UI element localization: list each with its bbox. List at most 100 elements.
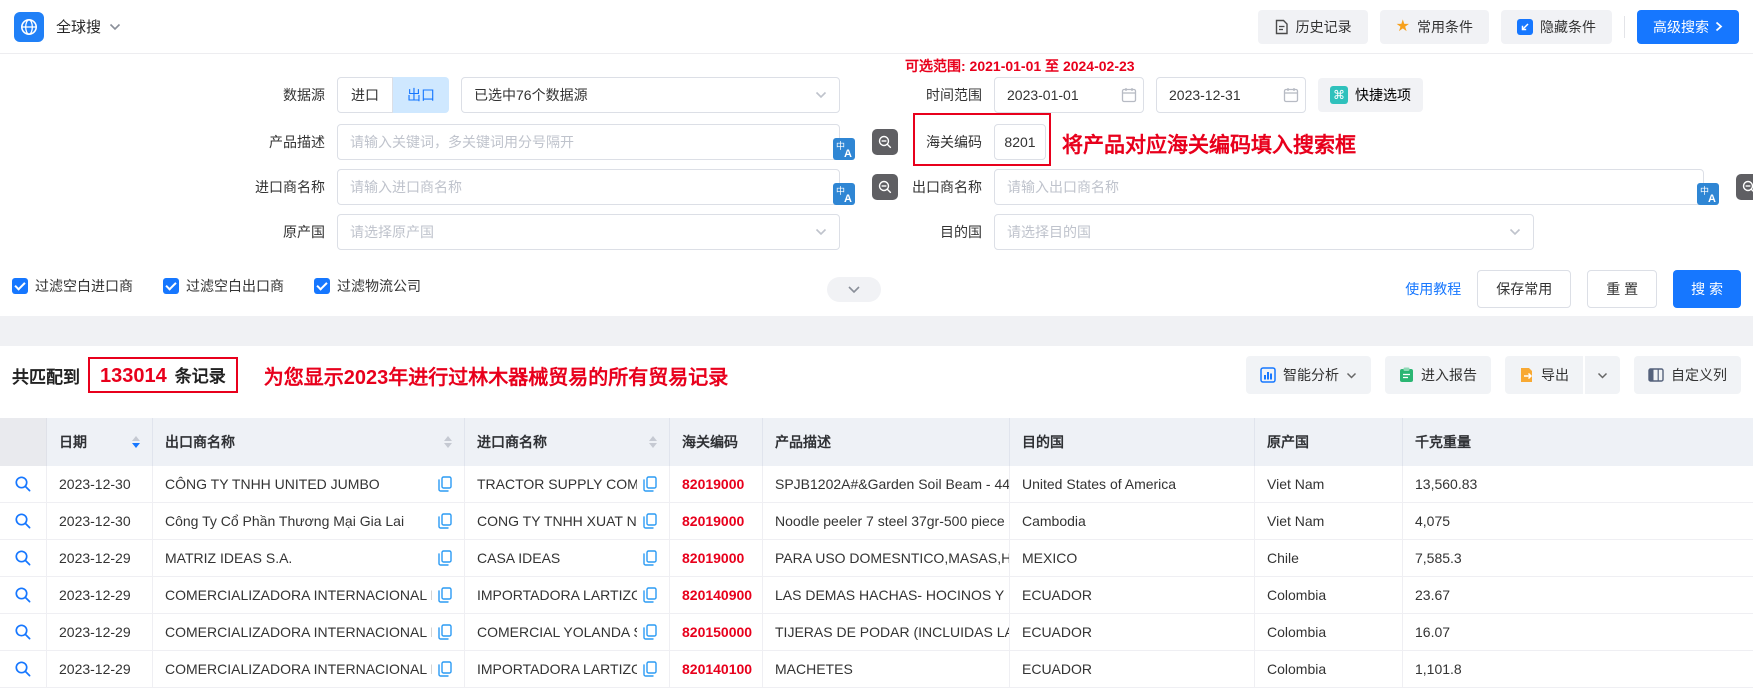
chevron-down-icon <box>1346 372 1357 379</box>
collapse-icon <box>1517 19 1533 35</box>
copy-icon[interactable] <box>643 550 657 566</box>
filter-blank-exporter-checkbox[interactable]: 过滤空白出口商 <box>163 276 284 296</box>
cell-date: 2023-12-30 <box>47 503 153 539</box>
collapse-form-toggle[interactable] <box>827 277 881 302</box>
table-header: 日期 出口商名称 进口商名称 海关编码 产品描述 目的国 原产国 千克重量 <box>0 418 1753 466</box>
copy-icon[interactable] <box>643 624 657 640</box>
hs-code-label: 海关编码 <box>700 132 982 152</box>
favorites-button[interactable]: ★ 常用条件 <box>1380 10 1489 44</box>
copy-icon[interactable] <box>438 661 452 677</box>
header-product: 产品描述 <box>763 418 1010 466</box>
cell-weight: 16.07 <box>1403 614 1753 650</box>
copy-icon[interactable] <box>643 587 657 603</box>
header-hs-code: 海关编码 <box>670 418 763 466</box>
cell-exporter: MATRIZ IDEAS S.A. <box>153 540 465 576</box>
chevron-down-icon <box>1509 228 1521 236</box>
exporter-input[interactable] <box>994 169 1704 205</box>
copy-icon[interactable] <box>438 513 452 529</box>
match-prefix: 共匹配到 <box>12 363 80 388</box>
cell-hs-code[interactable]: 820150000 <box>670 614 763 650</box>
command-icon: ⌘ <box>1330 86 1348 104</box>
sort-icon[interactable] <box>649 436 657 448</box>
copy-icon[interactable] <box>438 476 452 492</box>
globe-icon <box>19 17 39 37</box>
copy-icon[interactable] <box>438 587 452 603</box>
cell-hs-code[interactable]: 82019000 <box>670 540 763 576</box>
copy-icon[interactable] <box>643 476 657 492</box>
cell-hs-code[interactable]: 820140100 <box>670 651 763 687</box>
table-row: 2023-12-29 MATRIZ IDEAS S.A. CASA IDEAS … <box>0 540 1753 577</box>
cell-exporter: COMERCIALIZADORA INTERNACIONAL INVE <box>153 651 465 687</box>
magnifier-icon <box>14 623 32 641</box>
results-annotation: 为您显示2023年进行过林木器械贸易的所有贸易记录 <box>264 361 729 390</box>
ai-analysis-button[interactable]: 智能分析 <box>1246 356 1371 394</box>
quick-options-button[interactable]: ⌘ 快捷选项 <box>1318 78 1423 112</box>
search-button[interactable]: 搜 索 <box>1673 270 1741 308</box>
sort-icon[interactable] <box>132 436 140 448</box>
cell-importer: COMERCIAL YOLANDA SA <box>465 614 670 650</box>
results-table: 日期 出口商名称 进口商名称 海关编码 产品描述 目的国 原产国 千克重量 <box>0 418 1753 690</box>
table-row: 2023-12-29 COMERCIALIZADORA INTERNACIONA… <box>0 651 1753 688</box>
cell-product: SPJB1202A#&Garden Soil Beam - 440 <box>763 466 1010 502</box>
history-button[interactable]: 历史记录 <box>1258 10 1368 44</box>
tutorial-link[interactable]: 使用教程 <box>1405 279 1461 299</box>
header-importer[interactable]: 进口商名称 <box>465 418 670 466</box>
cell-hs-code[interactable]: 82019000 <box>670 503 763 539</box>
cell-destination: United States of America <box>1010 466 1255 502</box>
row-detail-button[interactable] <box>0 466 47 502</box>
dest-country-select[interactable]: 请选择目的国 <box>994 214 1534 250</box>
available-range-note: 可选范围: 2021-01-01 至 2024-02-23 <box>905 56 1135 76</box>
header-origin: 原产国 <box>1255 418 1403 466</box>
translate-icon[interactable]: 中A <box>1697 183 1719 205</box>
cell-date: 2023-12-29 <box>47 651 153 687</box>
import-tab[interactable]: 进口 <box>337 77 393 113</box>
cell-hs-code[interactable]: 82019000 <box>670 466 763 502</box>
match-count-highlight-box: 133014 条记录 <box>88 357 238 393</box>
chevron-down-icon[interactable] <box>109 23 121 31</box>
export-dropdown-button[interactable] <box>1585 356 1620 394</box>
end-date-picker[interactable] <box>1156 77 1306 113</box>
cell-origin: Chile <box>1255 540 1403 576</box>
hide-conditions-button[interactable]: 隐藏条件 <box>1501 10 1612 44</box>
top-bar: 全球搜 历史记录 ★ 常用条件 隐藏条件 高级搜索 <box>0 0 1753 54</box>
row-detail-button[interactable] <box>0 540 47 576</box>
sort-icon[interactable] <box>444 436 452 448</box>
copy-icon[interactable] <box>643 513 657 529</box>
reset-button[interactable]: 重 置 <box>1587 270 1657 308</box>
data-source-label: 数据源 <box>0 85 325 105</box>
header-weight: 千克重量 <box>1403 418 1753 466</box>
cell-exporter: COMERCIALIZADORA INTERNACIONAL INVE <box>153 614 465 650</box>
cell-date: 2023-12-29 <box>47 577 153 613</box>
row-detail-button[interactable] <box>0 503 47 539</box>
export-tab[interactable]: 出口 <box>393 77 449 113</box>
save-common-button[interactable]: 保存常用 <box>1477 270 1571 308</box>
start-date-picker[interactable] <box>994 77 1144 113</box>
copy-icon[interactable] <box>438 550 452 566</box>
magnifier-icon <box>14 586 32 604</box>
hs-code-input[interactable] <box>994 124 1046 160</box>
table-row: 2023-12-29 COMERCIALIZADORA INTERNACIONA… <box>0 614 1753 651</box>
cell-hs-code[interactable]: 820140900 <box>670 577 763 613</box>
copy-icon[interactable] <box>643 661 657 677</box>
cell-origin: Colombia <box>1255 614 1403 650</box>
enter-report-button[interactable]: 进入报告 <box>1385 356 1491 394</box>
cell-weight: 13,560.83 <box>1403 466 1753 502</box>
advanced-search-button[interactable]: 高级搜索 <box>1637 10 1739 44</box>
row-detail-button[interactable] <box>0 651 47 687</box>
table-body: 2023-12-30 CÔNG TY TNHH UNITED JUMBO TRA… <box>0 466 1753 688</box>
row-detail-button[interactable] <box>0 577 47 613</box>
calendar-icon <box>1283 87 1299 106</box>
custom-columns-button[interactable]: 自定义列 <box>1634 356 1741 394</box>
header-exporter[interactable]: 出口商名称 <box>153 418 465 466</box>
cell-weight: 23.67 <box>1403 577 1753 613</box>
magnifier-icon <box>14 512 32 530</box>
header-date[interactable]: 日期 <box>47 418 153 466</box>
filter-blank-importer-checkbox[interactable]: 过滤空白进口商 <box>12 276 133 296</box>
export-button[interactable]: 导出 <box>1505 356 1583 394</box>
filter-checkbox-row: 过滤空白进口商 过滤空白出口商 过滤物流公司 <box>12 276 421 296</box>
exact-match-icon[interactable] <box>1736 174 1753 200</box>
filter-logistics-checkbox[interactable]: 过滤物流公司 <box>314 276 421 296</box>
copy-icon[interactable] <box>438 624 452 640</box>
row-detail-button[interactable] <box>0 614 47 650</box>
app-logo <box>14 12 44 42</box>
